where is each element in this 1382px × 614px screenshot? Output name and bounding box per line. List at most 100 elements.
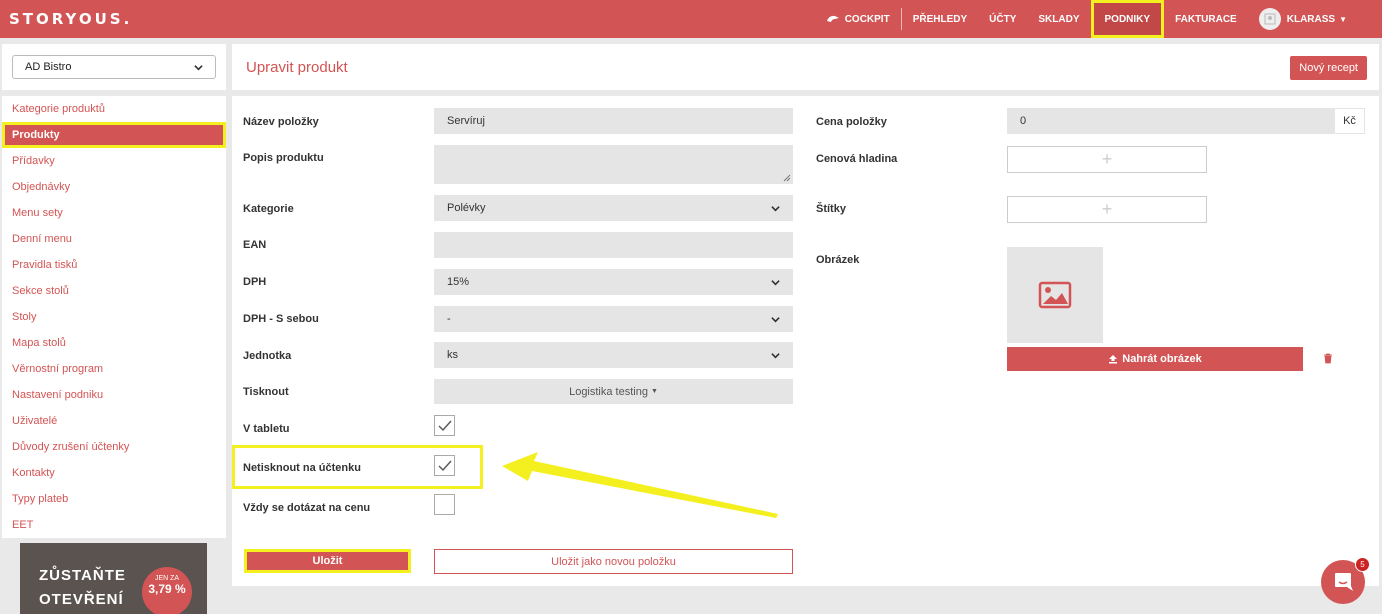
- sidebar-item-denni-menu[interactable]: Denní menu: [2, 226, 226, 252]
- chevron-down-icon: [771, 352, 780, 358]
- sidebar-item-menu-sety[interactable]: Menu sety: [2, 200, 226, 226]
- name-input[interactable]: Servíruj: [434, 108, 793, 134]
- price-input[interactable]: 0: [1007, 108, 1334, 134]
- nav-prehledy[interactable]: PŘEHLEDY: [902, 0, 978, 38]
- cockpit-icon: [826, 14, 840, 24]
- sidebar-item-uzivatele[interactable]: Uživatelé: [2, 408, 226, 434]
- ask-price-checkbox[interactable]: [434, 494, 455, 515]
- page-header: Upravit produkt Nový recept: [232, 44, 1379, 90]
- vat-label: DPH: [243, 276, 267, 288]
- chevron-down-icon: [194, 64, 203, 70]
- name-label: Název položky: [243, 116, 319, 128]
- add-price-level-button[interactable]: +: [1007, 146, 1207, 173]
- sidebar-item-sekce-stolu[interactable]: Sekce stolů: [2, 278, 226, 304]
- check-icon: [438, 420, 452, 431]
- venue-select-value: AD Bistro: [25, 61, 72, 73]
- print-dropdown[interactable]: Logistika testing ▼: [434, 379, 793, 404]
- nav-cockpit[interactable]: COCKPIT: [815, 0, 901, 38]
- tablet-label: V tabletu: [243, 423, 290, 435]
- sidebar-item-objednavky[interactable]: Objednávky: [2, 174, 226, 200]
- nav-cockpit-label: COCKPIT: [844, 13, 890, 25]
- chat-icon: [1335, 573, 1353, 591]
- plus-icon: +: [1101, 199, 1113, 219]
- sidebar-item-eet[interactable]: EET: [2, 512, 226, 538]
- new-recipe-button[interactable]: Nový recept: [1290, 56, 1367, 80]
- price-level-label: Cenová hladina: [816, 153, 898, 165]
- sidebar-item-vernostni-program[interactable]: Věrnostní program: [2, 356, 226, 382]
- sidebar-menu: Kategorie produktů Produkty Přídavky Obj…: [2, 96, 226, 538]
- check-icon: [438, 460, 452, 471]
- upload-image-button[interactable]: Nahrát obrázek: [1007, 347, 1303, 371]
- chevron-down-icon: [771, 279, 780, 285]
- nav-fakturace[interactable]: FAKTURACE: [1164, 0, 1248, 38]
- sidebar-item-produkty[interactable]: Produkty: [2, 122, 226, 148]
- save-button[interactable]: Uložit: [244, 549, 411, 573]
- vat-select[interactable]: 15%: [434, 269, 793, 295]
- print-dropdown-value: Logistika testing: [569, 385, 648, 398]
- promo-badge: JEN ZA 3,79 %: [142, 567, 192, 614]
- delete-image-button[interactable]: [1323, 353, 1333, 367]
- description-label: Popis produktu: [243, 152, 324, 164]
- promo-banner[interactable]: ZŮSTAŇTE OTEVŘENÍ JEN ZA 3,79 %: [20, 543, 207, 614]
- caret-down-icon: ▼: [650, 388, 658, 395]
- ean-input[interactable]: [434, 232, 793, 258]
- nav-sklady[interactable]: SKLADY: [1027, 0, 1090, 38]
- plus-icon: +: [1101, 149, 1113, 169]
- description-textarea[interactable]: [434, 145, 793, 184]
- upload-icon: [1109, 355, 1118, 364]
- chat-notification-badge: 5: [1355, 557, 1370, 572]
- image-icon: [1038, 281, 1072, 309]
- sidebar-item-kontakty[interactable]: Kontakty: [2, 460, 226, 486]
- caret-down-icon: ▼: [1339, 14, 1347, 24]
- unit-select[interactable]: ks: [434, 342, 793, 368]
- main-nav: COCKPIT PŘEHLEDY ÚČTY SKLADY PODNIKY FAK…: [815, 0, 1382, 38]
- currency-addon: Kč: [1334, 108, 1365, 134]
- image-placeholder: [1007, 247, 1103, 343]
- ean-label: EAN: [243, 239, 267, 251]
- nav-podniky[interactable]: PODNIKY: [1090, 0, 1165, 38]
- chevron-down-icon: [771, 205, 780, 211]
- user-name: KLARASS: [1286, 13, 1336, 25]
- vat-takeaway-select[interactable]: -: [434, 306, 793, 332]
- page-title: Upravit produkt: [246, 59, 348, 76]
- vat-takeaway-label: DPH - S sebou: [243, 313, 319, 325]
- no-print-label: Netisknout na účtenku: [243, 462, 361, 474]
- sidebar-item-duvody-zruseni[interactable]: Důvody zrušení účtenky: [2, 434, 226, 460]
- avatar: [1258, 8, 1281, 30]
- storyous-logo[interactable]: STORYOUS.: [9, 10, 132, 28]
- top-navbar: STORYOUS. COCKPIT PŘEHLEDY ÚČTY SKLADY P…: [0, 0, 1382, 38]
- category-select[interactable]: Polévky: [434, 195, 793, 221]
- category-label: Kategorie: [243, 203, 294, 215]
- print-label: Tisknout: [243, 386, 289, 398]
- sidebar-item-typy-plateb[interactable]: Typy plateb: [2, 486, 226, 512]
- trash-icon: [1324, 353, 1332, 364]
- no-print-checkbox[interactable]: [434, 455, 455, 476]
- add-tag-button[interactable]: +: [1007, 196, 1207, 223]
- sidebar-item-pridavky[interactable]: Přídavky: [2, 148, 226, 174]
- sidebar-item-pravidla-tisku[interactable]: Pravidla tisků: [2, 252, 226, 278]
- nav-ucty[interactable]: ÚČTY: [978, 0, 1027, 38]
- save-as-new-button[interactable]: Uložit jako novou položku: [434, 549, 793, 574]
- user-menu[interactable]: KLARASS ▼: [1248, 0, 1382, 38]
- promo-line1: ZŮSTAŇTE: [39, 567, 126, 584]
- upload-image-label: Nahrát obrázek: [1122, 353, 1202, 365]
- sidebar-item-stoly[interactable]: Stoly: [2, 304, 226, 330]
- sidebar-item-kategorie-produktu[interactable]: Kategorie produktů: [2, 96, 226, 122]
- sidebar-item-mapa-stolu[interactable]: Mapa stolů: [2, 330, 226, 356]
- price-label: Cena položky: [816, 116, 887, 128]
- vat-select-value: 15%: [447, 276, 470, 288]
- promo-line2: OTEVŘENÍ: [39, 591, 124, 608]
- resize-handle-icon: [783, 174, 791, 182]
- unit-label: Jednotka: [243, 350, 292, 362]
- sidebar-item-nastaveni-podniku[interactable]: Nastavení podniku: [2, 382, 226, 408]
- venue-panel: AD Bistro: [2, 44, 226, 90]
- unit-select-value: ks: [447, 349, 458, 361]
- ask-price-label: Vždy se dotázat na cenu: [243, 502, 371, 514]
- tablet-checkbox[interactable]: [434, 415, 455, 436]
- promo-badge-value: 3,79 %: [148, 582, 186, 596]
- tags-label: Štítky: [816, 203, 846, 215]
- category-select-value: Polévky: [447, 202, 486, 214]
- chevron-down-icon: [771, 316, 780, 322]
- annotation-arrow: [502, 452, 778, 518]
- venue-select[interactable]: AD Bistro: [12, 55, 216, 79]
